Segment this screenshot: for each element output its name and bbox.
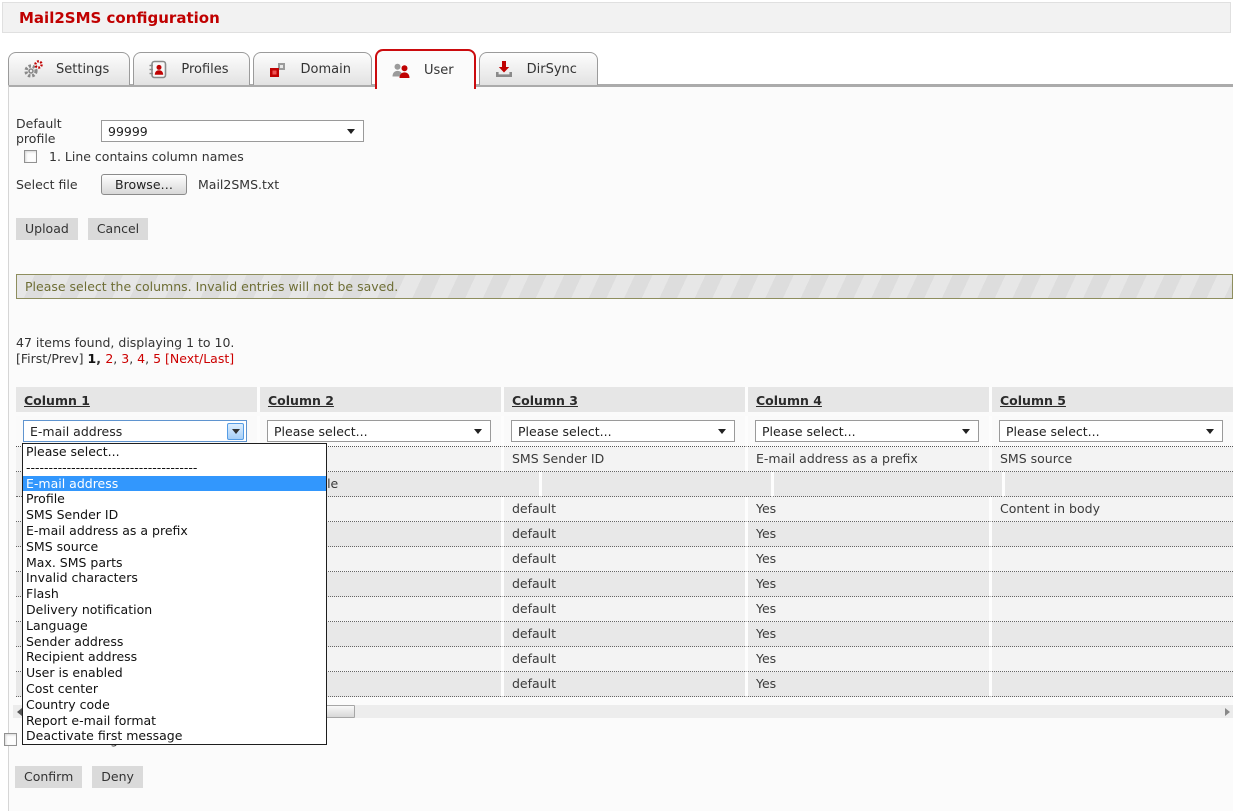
dropdown-option[interactable]: User is enabled [23,665,326,681]
header-column4: Column 4 [745,387,989,412]
default-profile-row: Default profile 99999 [16,120,1233,142]
page-title: Mail2SMS configuration [19,9,220,27]
chevron-down-icon [1206,429,1214,434]
first-prev-link[interactable]: [First/Prev] [16,351,84,366]
domain-icon [266,61,290,78]
default-profile-select[interactable]: 99999 [101,120,364,142]
header-column1: Column 1 [16,387,257,412]
page-link-3[interactable]: 3 [121,351,137,366]
dropdown-option[interactable]: Profile [23,491,326,507]
tab-settings[interactable]: Settings [8,52,130,85]
select-file-row: Select file Browse… Mail2SMS.txt [16,172,1233,196]
dropdown-option[interactable]: Flash [23,586,326,602]
header-column5: Column 5 [989,387,1233,412]
column1-select[interactable]: E-mail address [23,420,247,442]
upload-row: Upload Cancel [16,218,1233,239]
page-link-5[interactable]: 5 [153,351,161,366]
mail2sms-screen: Mail2SMS configuration Settings [0,0,1233,811]
column5-select[interactable]: Please select... [999,420,1223,442]
header-column3: Column 3 [501,387,745,412]
users-icon [389,62,413,79]
dropdown-option[interactable]: Delivery notification [23,602,326,618]
dropdown-option[interactable]: Please select... [23,444,326,460]
header-column2: Column 2 [257,387,501,412]
dropdown-option[interactable]: Deactivate first message [23,728,326,744]
dropdown-option-selected[interactable]: E-mail address [23,476,326,492]
tab-bar: Settings Profiles [8,45,601,85]
chevron-down-icon [347,129,355,134]
chevron-down-icon [962,429,970,434]
dropdown-option[interactable]: Language [23,618,326,634]
page-link-2[interactable]: 2 [105,351,121,366]
tab-dirsync[interactable]: DirSync [479,52,598,85]
upload-button[interactable]: Upload [16,218,78,240]
dropdown-option[interactable]: Recipient address [23,649,326,665]
default-profile-value: 99999 [108,124,148,139]
column1-dropdown-list: Please select... -----------------------… [22,443,327,745]
items-summary: 47 items found, displaying 1 to 10. [16,335,1233,350]
tab-profiles[interactable]: Profiles [133,52,249,85]
next-last-link[interactable]: [Next/Last] [165,351,234,366]
deny-button[interactable]: Deny [92,766,143,788]
tab-label: Profiles [181,62,228,77]
line-contains-checkbox[interactable] [24,150,37,163]
address-book-icon [146,60,170,79]
dropdown-option[interactable]: Country code [23,697,326,713]
default-profile-label: Default profile [16,116,101,146]
select-file-label: Select file [16,177,101,192]
gear-icon [21,60,45,79]
dropdown-option[interactable]: Report e-mail format [23,713,326,729]
column2-select[interactable]: Please select... [267,420,491,442]
tab-user[interactable]: User [375,49,476,89]
pagination: [First/Prev] 12345 [Next/Last] [16,351,1233,367]
dropdown-option[interactable]: Cost center [23,681,326,697]
dropdown-separator: -------------------------------------- [23,460,326,476]
line-contains-row: 1. Line contains column names [16,148,1233,164]
dropdown-option[interactable]: Max. SMS parts [23,555,326,571]
selected-file-name: Mail2SMS.txt [198,177,279,192]
tab-label: DirSync [527,62,577,77]
download-icon [492,60,516,78]
dropdown-option[interactable]: SMS Sender ID [23,507,326,523]
column4-select[interactable]: Please select... [755,420,979,442]
current-page: 1 [88,351,106,366]
confirm-row: Confirm Deny [15,766,143,788]
tab-label: Domain [301,62,351,77]
line-contains-label: 1. Line contains column names [49,149,244,164]
page-link-4[interactable]: 4 [137,351,153,366]
table-header-row: Column 1 Column 2 Column 3 Column 4 Colu… [16,387,1233,412]
tab-domain[interactable]: Domain [253,52,372,85]
confirm-button[interactable]: Confirm [15,766,82,788]
tab-label: Settings [56,62,109,77]
dropdown-option[interactable]: Invalid characters [23,570,326,586]
delete-missing-checkbox[interactable] [4,733,17,746]
chevron-down-icon[interactable] [227,423,244,440]
dropdown-option[interactable]: SMS source [23,539,326,555]
tab-label: User [424,63,454,78]
page-header: Mail2SMS configuration [2,2,1231,33]
scrollbar-right-arrow-icon[interactable] [1221,705,1233,718]
dropdown-option[interactable]: E-mail address as a prefix [23,523,326,539]
status-message: Please select the columns. Invalid entri… [16,274,1233,299]
chevron-down-icon [474,429,482,434]
dropdown-option[interactable]: Sender address [23,634,326,650]
cancel-button[interactable]: Cancel [88,218,148,240]
column3-select[interactable]: Please select... [511,420,735,442]
browse-button[interactable]: Browse… [101,174,187,195]
chevron-down-icon [718,429,726,434]
